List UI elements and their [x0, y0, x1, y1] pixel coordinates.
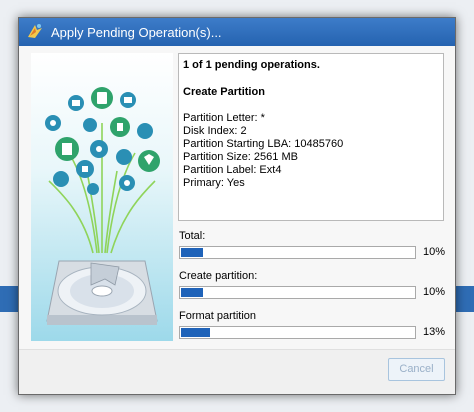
progress-bar-create-partition: [179, 286, 416, 299]
progress-fill-create-partition: [181, 288, 203, 297]
progress-label-total: Total:: [179, 230, 206, 242]
detail-line-partition-letter: Partition Letter: *: [183, 112, 265, 124]
app-logo-icon: [28, 24, 42, 38]
progress-label-format-partition: Format partition: [179, 310, 257, 322]
apply-pending-dialog: Apply Pending Operation(s)... 1 of 1 pen…: [18, 17, 456, 395]
detail-line-partition-size: Partition Size: 2561 MB: [183, 151, 298, 163]
disk-illustration: [31, 53, 173, 341]
pending-summary: 1 of 1 pending operations.: [183, 59, 320, 71]
progress-percent-create-partition: 10%: [423, 286, 446, 298]
progress-percent-format-partition: 13%: [423, 326, 446, 338]
detail-line-starting-lba: Partition Starting LBA: 10485760: [183, 138, 344, 150]
progress-label-create-partition: Create partition:: [179, 270, 258, 282]
operation-details-panel: 1 of 1 pending operations. Create Partit…: [178, 53, 444, 221]
dialog-title: Apply Pending Operation(s)...: [51, 25, 222, 40]
progress-bar-format-partition: [179, 326, 416, 339]
progress-fill-format-partition: [181, 328, 210, 337]
progress-bar-total: [179, 246, 416, 259]
disk-tree-illustration-icon: [45, 87, 160, 325]
detail-line-partition-label: Partition Label: Ext4: [183, 164, 282, 176]
operation-properties: Partition Letter: * Disk Index: 2 Partit…: [183, 112, 439, 190]
dialog-content: 1 of 1 pending operations. Create Partit…: [19, 46, 455, 394]
progress-fill-total: [181, 248, 203, 257]
operation-title: Create Partition: [183, 86, 265, 98]
dialog-titlebar[interactable]: Apply Pending Operation(s)...: [19, 18, 455, 46]
detail-line-disk-index: Disk Index: 2: [183, 125, 247, 137]
dialog-footer: Cancel: [19, 349, 455, 394]
detail-line-primary: Primary: Yes: [183, 177, 245, 189]
cancel-button[interactable]: Cancel: [388, 358, 445, 381]
progress-percent-total: 10%: [423, 246, 446, 258]
